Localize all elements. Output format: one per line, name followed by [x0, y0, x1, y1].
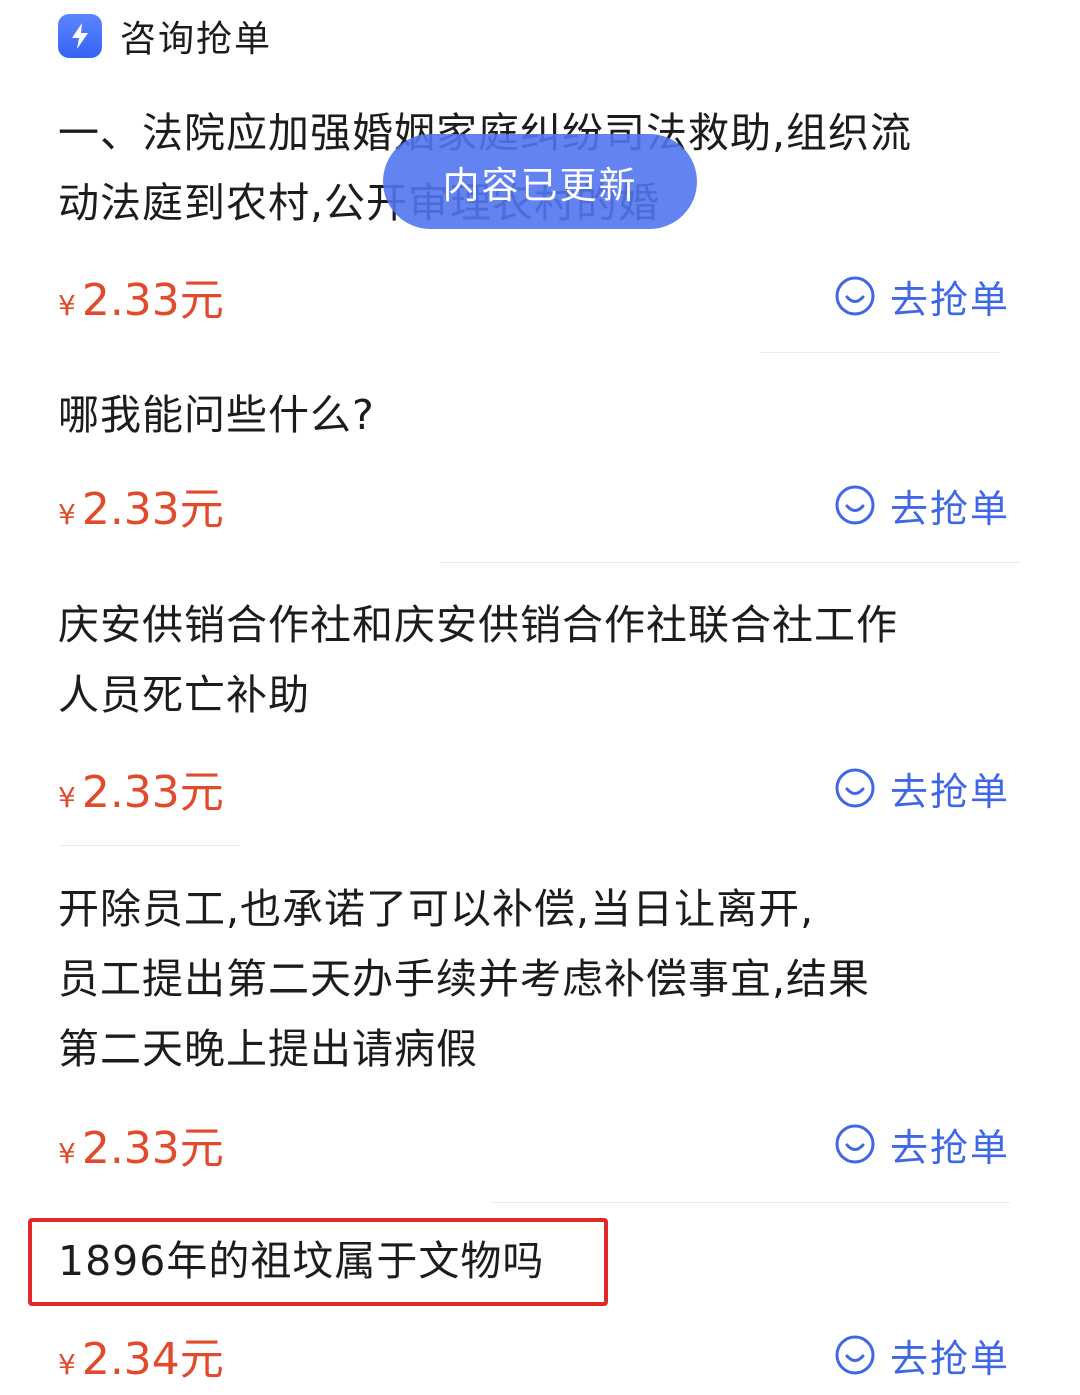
price: ¥ 2.34元	[58, 1323, 224, 1387]
question-text-line: 人员死亡补助	[58, 671, 310, 719]
price-amount: 2.33元	[81, 484, 224, 535]
grab-order-label: 去抢单	[889, 1125, 1010, 1170]
grab-order-label: 去抢单	[889, 486, 1010, 531]
price-amount: 2.33元	[81, 767, 224, 818]
price-row: ¥ 2.34元 去抢单	[58, 1325, 1010, 1385]
smiley-face-icon	[835, 276, 875, 316]
page-header: 咨询抢单	[58, 10, 272, 62]
smiley-face-icon	[835, 1335, 875, 1375]
content-updated-toast: 内容已更新	[383, 134, 697, 229]
currency-symbol: ¥	[58, 1137, 76, 1170]
price-amount: 2.34元	[81, 1334, 224, 1385]
divider	[60, 845, 240, 846]
price: ¥ 2.33元	[58, 1112, 224, 1176]
smiley-face-icon	[835, 485, 875, 525]
red-highlight-box	[28, 1218, 608, 1306]
list-item[interactable]: 哪我能问些什么?	[58, 380, 1020, 450]
grab-order-label: 去抢单	[889, 1336, 1010, 1381]
question-text-line: 庆安供销合作社和庆安供销合作社联合社工作	[58, 601, 898, 649]
grab-order-button[interactable]: 去抢单	[834, 1117, 1010, 1172]
grab-order-button[interactable]: 去抢单	[834, 478, 1010, 533]
price-row: ¥ 2.33元 去抢单	[58, 475, 1010, 535]
currency-symbol: ¥	[58, 1348, 76, 1381]
smiley-face-icon	[835, 768, 875, 808]
price: ¥ 2.33元	[58, 264, 224, 328]
question-text-line: 第二天晚上提出请病假	[58, 1025, 478, 1073]
price-amount: 2.33元	[81, 275, 224, 326]
grab-order-button[interactable]: 去抢单	[834, 761, 1010, 816]
grab-order-label: 去抢单	[889, 277, 1010, 322]
currency-symbol: ¥	[58, 498, 76, 531]
list-item[interactable]: 庆安供销合作社和庆安供销合作社联合社工作 人员死亡补助	[58, 590, 1020, 730]
divider	[760, 352, 1000, 353]
lightning-app-icon	[58, 14, 102, 58]
question-text-line: 开除员工,也承诺了可以补偿,当日让离开,	[58, 885, 815, 933]
currency-symbol: ¥	[58, 289, 76, 322]
divider	[440, 562, 1020, 563]
price-amount: 2.33元	[81, 1123, 224, 1174]
question-text-line: 员工提出第二天办手续并考虑补偿事宜,结果	[58, 955, 871, 1003]
price-row: ¥ 2.33元 去抢单	[58, 758, 1010, 818]
price-row: ¥ 2.33元 去抢单	[58, 266, 1010, 326]
list-item[interactable]: 开除员工,也承诺了可以补偿,当日让离开, 员工提出第二天办手续并考虑补偿事宜,结…	[58, 874, 1020, 1084]
smiley-face-icon	[835, 1124, 875, 1164]
divider	[490, 1202, 1010, 1203]
price-row: ¥ 2.33元 去抢单	[58, 1114, 1010, 1174]
price: ¥ 2.33元	[58, 473, 224, 537]
grab-order-label: 去抢单	[889, 769, 1010, 814]
grab-order-button[interactable]: 去抢单	[834, 269, 1010, 324]
question-text-line: 哪我能问些什么?	[58, 391, 375, 439]
price: ¥ 2.33元	[58, 756, 224, 820]
page-title: 咨询抢单	[120, 19, 273, 60]
currency-symbol: ¥	[58, 781, 76, 814]
grab-order-button[interactable]: 去抢单	[834, 1328, 1010, 1383]
